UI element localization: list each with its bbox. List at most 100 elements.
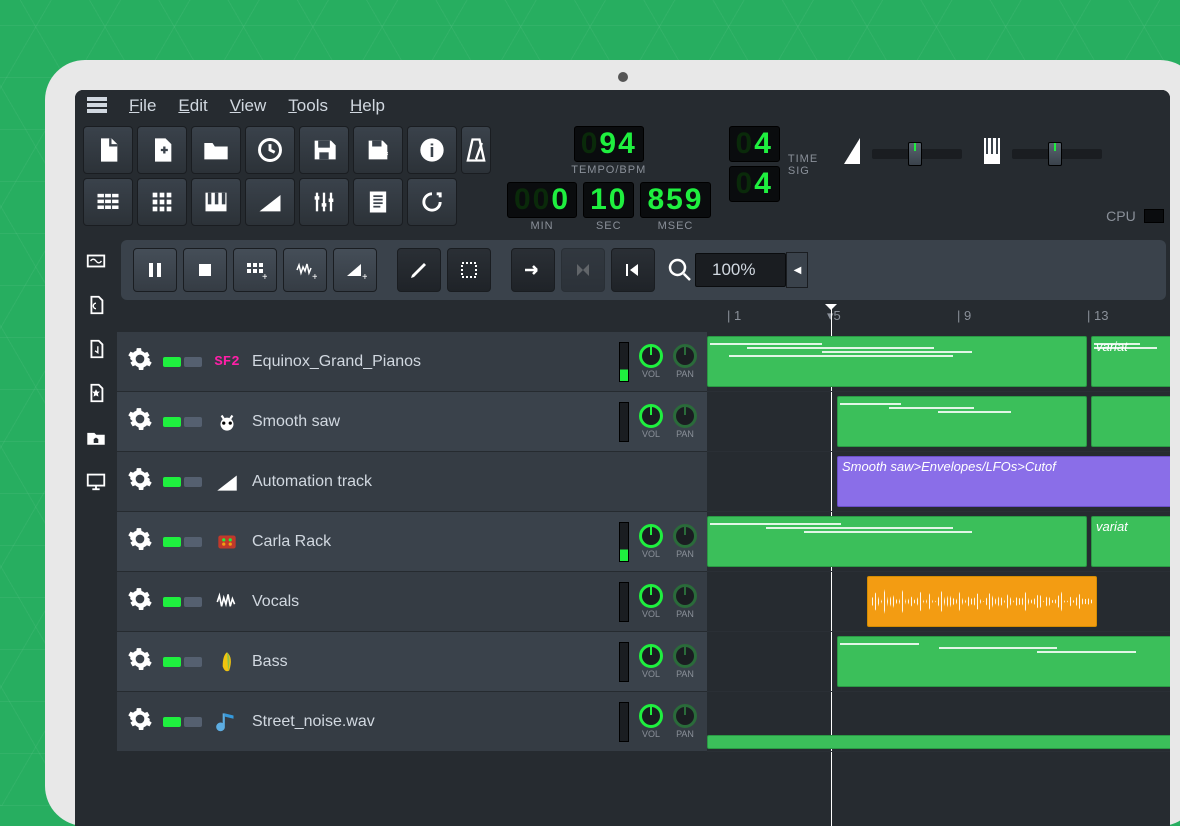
mute-button[interactable] [163,657,181,667]
mute-button[interactable] [163,537,181,547]
clip[interactable] [837,636,1170,687]
menu-tools[interactable]: Tools [288,96,328,116]
pan-knob[interactable] [673,344,697,368]
pan-knob[interactable] [673,584,697,608]
track-type-icon [212,647,242,677]
track-name[interactable]: Smooth saw [252,413,609,431]
song-editor-button[interactable] [83,178,133,226]
track-name[interactable]: Automation track [252,473,697,491]
solo-button[interactable] [184,477,202,487]
rewind-button[interactable] [611,248,655,292]
bb-editor-button[interactable] [137,178,187,226]
app-logo [87,97,107,115]
track-name[interactable]: Vocals [252,593,609,611]
solo-button[interactable] [184,357,202,367]
menu-help[interactable]: Help [350,96,385,116]
sidebar-samples[interactable] [83,292,109,318]
new-from-template-button[interactable] [137,126,187,174]
track-settings-button[interactable] [127,646,153,677]
project-notes-button[interactable] [353,178,403,226]
add-automation-track-button[interactable]: + [333,248,377,292]
zoom-spin[interactable]: ◀ [786,252,808,288]
track-name[interactable]: Street_noise.wav [252,713,609,731]
new-file-button[interactable] [83,126,133,174]
mute-button[interactable] [163,717,181,727]
time-signature[interactable]: 04 04 TIME SIG [729,126,819,202]
menu-file[interactable]: File [129,96,156,116]
automation-editor-button[interactable] [245,178,295,226]
track-row: SF2 Equinox_Grand_Pianos VOL PAN [117,332,707,392]
solo-button[interactable] [184,717,202,727]
track-settings-button[interactable] [127,466,153,497]
clip[interactable] [707,516,1087,567]
timeline-ruler[interactable]: | 1 ▾5 | 9 | 13 [707,304,1170,332]
skip-forward-button[interactable] [511,248,555,292]
volume-knob[interactable] [639,344,663,368]
record-pattern-button[interactable]: + [233,248,277,292]
pan-knob[interactable] [673,644,697,668]
mixer-button[interactable] [299,178,349,226]
mute-button[interactable] [163,597,181,607]
toggle-loop-button[interactable] [561,248,605,292]
mute-button[interactable] [163,417,181,427]
sidebar-home[interactable] [83,424,109,450]
tempo-lcd[interactable]: 094 [574,126,644,162]
pan-knob[interactable] [673,704,697,728]
volume-knob[interactable] [639,404,663,428]
timeline[interactable]: | 1 ▾5 | 9 | 13 variat [707,304,1170,826]
track-settings-button[interactable] [127,706,153,737]
automation-clip[interactable]: Smooth saw>Envelopes/LFOs>Cutof [837,456,1170,507]
solo-button[interactable] [184,537,202,547]
track-name[interactable]: Equinox_Grand_Pianos [252,353,609,371]
mute-button[interactable] [163,357,181,367]
save-button[interactable] [299,126,349,174]
solo-button[interactable] [184,657,202,667]
track-settings-button[interactable] [127,346,153,377]
export-button[interactable] [353,126,403,174]
clip[interactable] [707,735,1170,749]
audio-clip[interactable] [867,576,1097,627]
piano-roll-button[interactable] [191,178,241,226]
volume-knob[interactable] [639,644,663,668]
volume-knob[interactable] [639,524,663,548]
clip[interactable]: variat [1091,516,1170,567]
sidebar-favorites[interactable] [83,380,109,406]
draw-mode-button[interactable] [397,248,441,292]
clip[interactable] [1091,396,1170,447]
track-settings-button[interactable] [127,526,153,557]
menu-view[interactable]: View [230,96,267,116]
track-name[interactable]: Bass [252,653,609,671]
info-button[interactable]: i [407,126,457,174]
clip[interactable]: variat [1091,336,1170,387]
controller-rack-button[interactable] [407,178,457,226]
solo-button[interactable] [184,417,202,427]
open-file-button[interactable] [191,126,241,174]
metronome-button[interactable] [461,126,491,174]
menubar: File Edit View Tools Help [75,90,1170,122]
master-pitch-fader[interactable] [982,136,1102,171]
solo-button[interactable] [184,597,202,607]
volume-icon [842,136,862,171]
track-settings-button[interactable] [127,586,153,617]
volume-knob[interactable] [639,584,663,608]
sidebar-computer[interactable] [83,468,109,494]
add-sample-track-button[interactable]: + [283,248,327,292]
menu-edit[interactable]: Edit [178,96,207,116]
clip[interactable] [707,336,1087,387]
sidebar-instruments[interactable] [83,248,109,274]
track-settings-button[interactable] [127,406,153,437]
pan-knob[interactable] [673,524,697,548]
pan-knob[interactable] [673,404,697,428]
sidebar-presets[interactable] [83,336,109,362]
stop-button[interactable] [183,248,227,292]
select-mode-button[interactable] [447,248,491,292]
zoom-value[interactable]: 100% [695,253,786,287]
clip[interactable] [837,396,1087,447]
master-volume-fader[interactable] [842,136,962,171]
mute-button[interactable] [163,477,181,487]
volume-knob[interactable] [639,704,663,728]
track-name[interactable]: Carla Rack [252,533,609,551]
app-window: File Edit View Tools Help i [75,90,1170,826]
pause-button[interactable] [133,248,177,292]
open-recent-button[interactable] [245,126,295,174]
